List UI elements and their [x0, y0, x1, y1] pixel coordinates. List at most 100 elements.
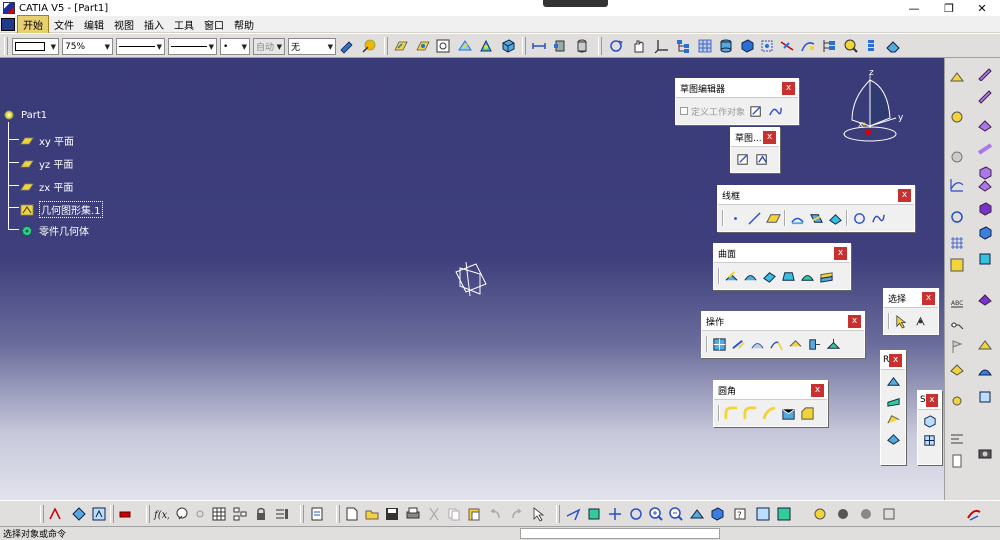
rotate-axis-icon[interactable] [948, 208, 966, 226]
intersection-icon[interactable] [808, 210, 824, 226]
menu-help[interactable]: 帮助 [229, 16, 259, 33]
menu-insert[interactable]: 插入 [139, 16, 169, 33]
command-input[interactable] [520, 528, 720, 539]
iso-view-icon[interactable] [708, 505, 726, 523]
thickness-icon[interactable] [885, 411, 901, 427]
grid-icon[interactable] [696, 37, 714, 55]
fill-color-combo[interactable]: ▼ [12, 38, 59, 55]
pan-icon[interactable] [606, 505, 624, 523]
menu-file[interactable]: 文件 [49, 16, 79, 33]
cube-purple-icon[interactable] [976, 200, 994, 218]
offset-surface-icon[interactable] [742, 268, 758, 284]
palette-close-icon[interactable]: x [889, 353, 902, 367]
groove-icon[interactable] [976, 176, 994, 194]
scan-icon[interactable] [90, 505, 108, 523]
select-trap-icon[interactable] [912, 313, 928, 329]
palette-close-icon[interactable]: x [782, 81, 795, 95]
draft-yellow-icon[interactable] [976, 336, 994, 354]
tool-blade-icon[interactable] [976, 88, 994, 106]
shell-icon[interactable] [885, 392, 901, 408]
palette-header[interactable]: Rx [881, 351, 905, 370]
point-icon[interactable] [727, 210, 743, 226]
shape-fillet-icon[interactable] [723, 405, 739, 421]
point-symbol-combo[interactable]: • ▼ [220, 38, 250, 55]
rotate-view-icon[interactable] [607, 37, 625, 55]
layered-icon[interactable] [976, 388, 994, 406]
palette-header[interactable]: 曲面 x [714, 244, 850, 263]
palette-close-icon[interactable]: x [898, 188, 911, 202]
toolbar-grip[interactable] [522, 37, 526, 55]
sweep-icon[interactable] [799, 37, 817, 55]
palette-close-icon[interactable]: x [922, 291, 935, 305]
toolbar-grip[interactable] [110, 505, 114, 523]
eraser-icon[interactable] [884, 37, 902, 55]
extract-icon[interactable] [806, 336, 822, 352]
lock-icon[interactable] [252, 505, 270, 523]
measure-between-icon[interactable] [530, 37, 548, 55]
tree-item-geometric-set[interactable]: 几何图形集.1 [20, 201, 103, 218]
hierarchy-icon[interactable] [674, 37, 692, 55]
toolbar-grip[interactable] [556, 505, 560, 523]
draft-icon[interactable] [885, 373, 901, 389]
heal-icon[interactable] [730, 336, 746, 352]
circle-icon[interactable] [851, 210, 867, 226]
select-arrow-icon[interactable] [893, 313, 909, 329]
open-folder-icon[interactable] [363, 505, 381, 523]
menu-view[interactable]: 视图 [109, 16, 139, 33]
align-icon[interactable] [948, 430, 966, 448]
fill-surface-icon[interactable] [780, 268, 796, 284]
rotate-icon[interactable] [627, 505, 645, 523]
save-icon[interactable] [383, 505, 401, 523]
cube-view-icon[interactable] [499, 37, 517, 55]
boundary-icon[interactable] [787, 336, 803, 352]
join-icon[interactable] [711, 336, 727, 352]
compass-icon[interactable]: z y x [838, 68, 913, 148]
tools-dashboard-icon[interactable] [46, 505, 64, 523]
fly-mode-icon[interactable] [564, 505, 582, 523]
undo-history-icon[interactable] [308, 505, 326, 523]
pattern-grid-icon[interactable] [948, 234, 966, 252]
zoom-out-icon[interactable] [667, 505, 685, 523]
eraser-red-icon[interactable] [116, 505, 134, 523]
axis-system-icon[interactable] [653, 37, 671, 55]
merge-icon[interactable] [948, 360, 966, 378]
offset-curve-icon[interactable] [827, 210, 843, 226]
edge-fillet-icon[interactable] [742, 405, 758, 421]
pocket-icon[interactable] [976, 140, 994, 158]
toolbar-grip[interactable] [336, 505, 340, 523]
box-icon[interactable] [738, 37, 756, 55]
tree-root-part[interactable]: Part1 [2, 109, 47, 121]
line-icon[interactable] [746, 210, 762, 226]
extrude-surface-icon[interactable] [456, 37, 474, 55]
palette-close-icon[interactable]: x [834, 246, 847, 260]
menu-edit[interactable]: 编辑 [79, 16, 109, 33]
bounding-box-icon[interactable] [758, 37, 776, 55]
flag-icon[interactable] [948, 338, 966, 356]
hide-show-icon[interactable] [754, 505, 772, 523]
sketch-icon[interactable] [748, 103, 764, 119]
sketch-curve-icon[interactable] [767, 103, 783, 119]
list-icon[interactable] [273, 505, 291, 523]
table-icon[interactable] [210, 505, 228, 523]
material-icon[interactable] [834, 505, 852, 523]
tree-item-xy-plane[interactable]: xy 平面 [20, 133, 74, 148]
multi-section-icon[interactable] [799, 268, 815, 284]
text-abc-icon[interactable]: ABC [948, 294, 966, 312]
cube-wire-icon[interactable] [922, 413, 938, 429]
knowledge-icon[interactable] [173, 505, 191, 523]
pan-hand-icon[interactable] [630, 37, 648, 55]
surface-blue-icon[interactable] [948, 108, 966, 126]
normal-view-icon[interactable] [688, 505, 706, 523]
apply-material-icon[interactable] [857, 505, 875, 523]
toolbar-grip[interactable] [146, 505, 150, 523]
close-icon[interactable]: ✕ [968, 0, 996, 16]
tree-item-yz-plane[interactable]: yz 平面 [20, 156, 73, 171]
measure-item-icon[interactable] [551, 37, 569, 55]
stack-icon[interactable] [862, 37, 880, 55]
properties-icon[interactable] [360, 37, 378, 55]
positioned-sketch-icon[interactable] [754, 152, 770, 168]
camera-icon[interactable] [976, 444, 994, 462]
palette-header[interactable]: Sx [918, 391, 941, 410]
formula-icon[interactable] [948, 256, 966, 274]
transparency-combo[interactable]: 75% ▼ [62, 38, 113, 55]
